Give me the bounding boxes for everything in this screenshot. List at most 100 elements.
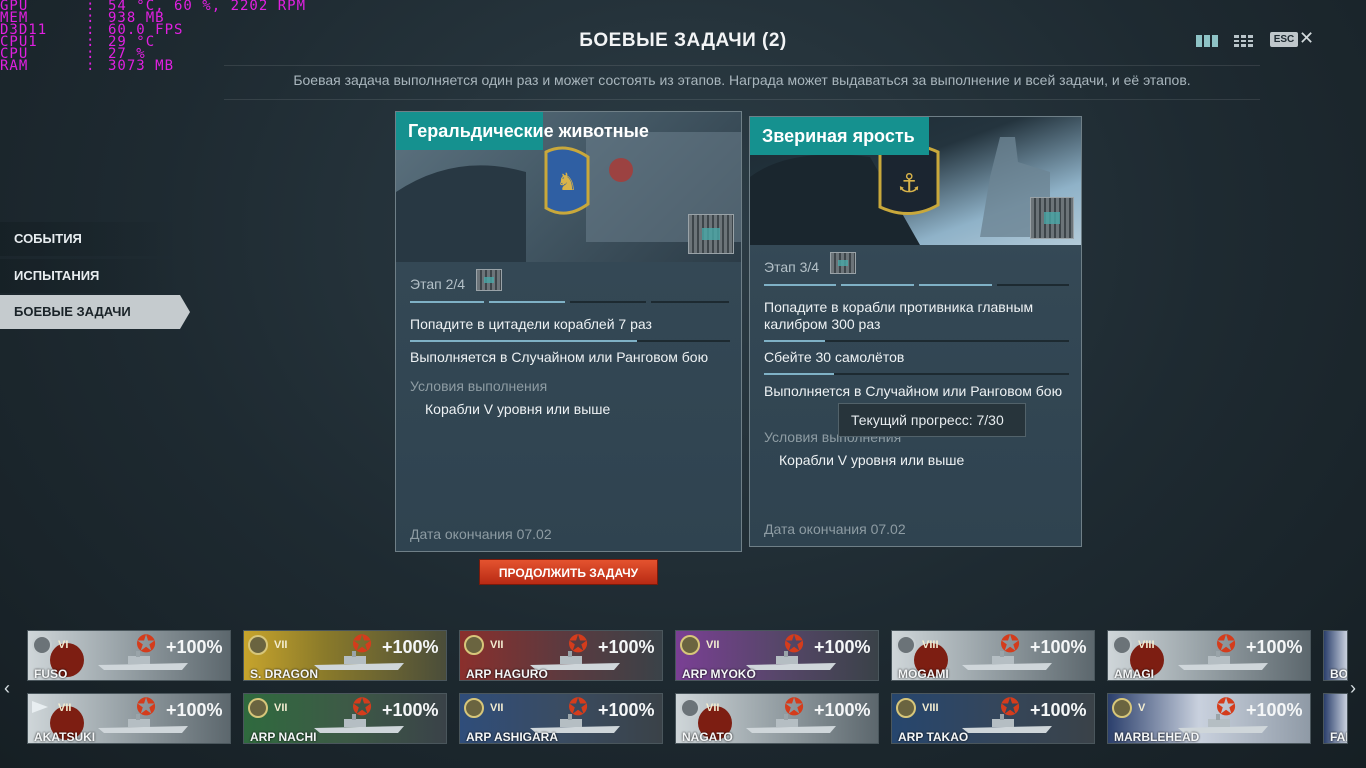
ship-name: BO xyxy=(1330,667,1348,681)
ship-tier: V xyxy=(1138,702,1146,714)
description-divider xyxy=(224,99,1260,100)
overlay-row: GPU:54 °C, 60 %, 2202 RPM xyxy=(0,0,370,13)
task-description: Попадите в цитадели кораблей 7 раз xyxy=(410,316,652,332)
ship-name: FAR xyxy=(1330,730,1347,744)
ship-tier: VIII xyxy=(922,702,939,714)
xp-bonus-star-icon: ✪ xyxy=(352,694,373,721)
overlay-value: 3073 MB xyxy=(108,58,175,74)
ship-type-icon xyxy=(896,698,916,718)
ship-card[interactable]: VIII ✪ +100% MOGAMI xyxy=(891,630,1095,681)
xp-bonus: +100% xyxy=(598,637,655,657)
overlay-row: RAM:3073 MB xyxy=(0,58,370,74)
mission-card-heraldic-animals[interactable]: ♞ Геральдические животные Этап 2/4 Попад… xyxy=(395,111,742,552)
stage-reward-icon[interactable] xyxy=(830,252,856,274)
ship-type-icon xyxy=(464,635,484,655)
menu-item-events[interactable]: СОБЫТИЯ xyxy=(0,222,176,256)
ship-card[interactable]: VIII ✪ +100% AMAGI xyxy=(1107,630,1311,681)
ship-tier: VII xyxy=(490,702,504,714)
overlay-key: RAM xyxy=(0,58,29,74)
header-divider xyxy=(224,65,1260,66)
ship-card[interactable]: VII ✪ +100% ARP ASHIGARA xyxy=(459,693,663,744)
ship-card[interactable]: VIII ✪ +100% ARP TAKAO xyxy=(891,693,1095,744)
xp-bonus: +100% xyxy=(1246,700,1303,720)
ship-type-icon xyxy=(464,698,484,718)
ship-tier: VII xyxy=(58,702,72,714)
condition-text: Корабли V уровня или выше xyxy=(425,401,611,417)
page-title: БОЕВЫЕ ЗАДАЧИ (2) xyxy=(579,30,787,51)
xp-bonus-star-icon: ✪ xyxy=(784,694,805,721)
ship-card[interactable]: VII ✪ +100% NAGATO xyxy=(675,693,879,744)
grid-view-icon[interactable] xyxy=(1196,35,1218,47)
ship-name: ARP HAGURO xyxy=(466,667,548,681)
ship-card[interactable]: VI ✪ +100% FUSO xyxy=(27,630,231,681)
ship-card[interactable]: VII ✪ +100% ARP NACHI xyxy=(243,693,447,744)
xp-bonus: +100% xyxy=(814,700,871,720)
reward-container-icon xyxy=(688,214,734,254)
svg-text:♞: ♞ xyxy=(556,168,578,196)
xp-bonus-star-icon: ✪ xyxy=(352,631,373,658)
ship-tier: VIII xyxy=(1138,639,1155,651)
ship-type-icon xyxy=(248,698,268,718)
xp-bonus: +100% xyxy=(382,700,439,720)
ship-type-icon xyxy=(680,635,700,655)
ship-card[interactable]: VII ✪ +100% S. DRAGON xyxy=(243,630,447,681)
continue-mission-button[interactable]: ПРОДОЛЖИТЬ ЗАДАЧУ xyxy=(479,559,658,585)
xp-bonus-star-icon: ✪ xyxy=(136,694,157,721)
xp-bonus-star-icon: ✪ xyxy=(1000,631,1021,658)
svg-text:⚓: ⚓ xyxy=(897,169,920,199)
ship-name: ARP NACHI xyxy=(250,730,317,744)
carousel-next-icon[interactable]: › xyxy=(1350,678,1356,699)
xp-bonus-star-icon: ✪ xyxy=(1216,631,1237,658)
xp-bonus-star-icon: ✪ xyxy=(136,631,157,658)
ship-card[interactable]: V ✪ +100% MARBLEHEAD xyxy=(1107,693,1311,744)
ship-name: ARP ASHIGARA xyxy=(466,730,559,744)
ship-type-icon xyxy=(32,635,52,655)
battle-mode: Выполняется в Случайном или Ранговом бою xyxy=(764,383,1063,399)
ship-tier: VII xyxy=(490,639,504,651)
mission-card-beast-fury[interactable]: ⚓ Звериная ярость Этап 3/4 Попадите в ко… xyxy=(749,116,1082,547)
xp-bonus: +100% xyxy=(382,637,439,657)
ship-tier: VIII xyxy=(922,639,939,651)
carousel-prev-icon[interactable]: ‹ xyxy=(4,678,10,699)
ship-name: S. DRAGON xyxy=(250,667,319,681)
xp-bonus: +100% xyxy=(166,637,223,657)
xp-bonus: +100% xyxy=(166,700,223,720)
condition-text: Корабли V уровня или выше xyxy=(779,452,965,468)
xp-bonus-star-icon: ✪ xyxy=(1216,694,1237,721)
menu-item-combat-missions[interactable]: БОЕВЫЕ ЗАДАЧИ xyxy=(0,295,190,329)
ship-card-partial[interactable]: FAR xyxy=(1323,693,1348,744)
ship-name: FUSO xyxy=(34,667,68,681)
xp-bonus-star-icon: ✪ xyxy=(568,631,589,658)
ship-type-icon xyxy=(248,635,268,655)
menu-item-challenges[interactable]: ИСПЫТАНИЯ xyxy=(0,259,176,293)
stage-reward-icon[interactable] xyxy=(476,269,502,291)
ship-tier: VII xyxy=(274,639,288,651)
list-view-icon[interactable] xyxy=(1234,35,1254,48)
mission-title: Геральдические животные xyxy=(396,112,649,150)
ship-card[interactable]: VII ✪ +100% AKATSUKI xyxy=(27,693,231,744)
task-progress-fill xyxy=(764,340,825,342)
ship-card[interactable]: VII ✪ +100% ARP MYOKO xyxy=(675,630,879,681)
ship-tier: VII xyxy=(706,702,720,714)
ship-name: AKATSUKI xyxy=(34,730,96,744)
ship-tier: VII xyxy=(274,702,288,714)
xp-bonus: +100% xyxy=(1030,700,1087,720)
ship-card-partial[interactable]: BO xyxy=(1323,630,1348,681)
xp-bonus: +100% xyxy=(598,700,655,720)
ship-tier: VI xyxy=(58,639,69,651)
xp-bonus-star-icon: ✪ xyxy=(784,631,805,658)
page-description: Боевая задача выполняется один раз и мож… xyxy=(293,72,1191,88)
stage-label: Этап 3/4 xyxy=(764,259,820,275)
ship-type-icon xyxy=(896,635,916,655)
ship-tier: VII xyxy=(706,639,720,651)
ship-card[interactable]: VII ✪ +100% ARP HAGURO xyxy=(459,630,663,681)
reward-container-icon xyxy=(1030,197,1074,239)
ship-name: AMAGI xyxy=(1114,667,1154,681)
close-icon[interactable]: ✕ xyxy=(1299,28,1314,49)
ship-name: ARP MYOKO xyxy=(682,667,756,681)
xp-bonus: +100% xyxy=(1030,637,1087,657)
stage-label: Этап 2/4 xyxy=(410,276,466,292)
progress-tooltip: Текущий прогресс: 7/30 xyxy=(838,403,1026,437)
esc-key-hint[interactable]: ESC xyxy=(1270,32,1298,47)
overlay-colon: : xyxy=(86,58,96,74)
